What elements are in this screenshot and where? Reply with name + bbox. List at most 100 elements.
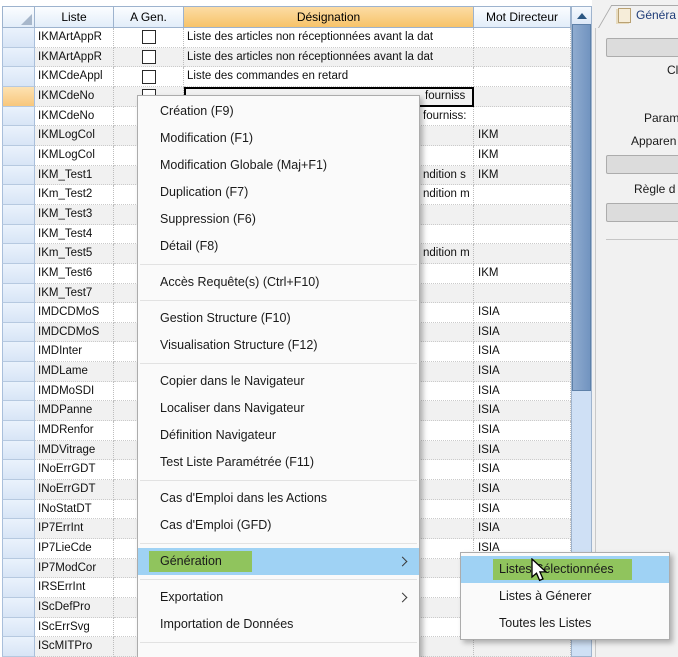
cell-liste: IKM_Test7 [35, 284, 114, 304]
cell-mot-directeur: ISIA [474, 362, 571, 382]
cell-liste: IMDMoSDI [35, 382, 114, 402]
cell-liste: IKMArtAppR [35, 48, 114, 68]
row-header[interactable] [2, 205, 35, 225]
row-header[interactable] [2, 48, 35, 68]
scrollbar-thumb[interactable] [572, 24, 591, 391]
scroll-up-button[interactable] [572, 7, 591, 25]
column-header-liste[interactable]: Liste [35, 6, 114, 28]
row-header[interactable] [2, 166, 35, 186]
submenu-chevron-icon [398, 593, 408, 603]
column-header-mot-directeur[interactable]: Mot Directeur [474, 6, 571, 28]
submenu-item-label: Listes à Génerer [499, 589, 591, 603]
menu-item-label: Duplication (F7) [160, 185, 248, 199]
row-header[interactable] [2, 284, 35, 304]
context-menu-item[interactable]: Test Liste Paramétrée (F11) [138, 449, 419, 476]
context-menu-item[interactable]: Accès Requête(s) (Ctrl+F10) [138, 269, 419, 296]
row-header[interactable] [2, 539, 35, 559]
cell-mot-directeur [474, 185, 571, 205]
row-header[interactable] [2, 500, 35, 520]
row-header[interactable] [2, 323, 35, 343]
cell-liste: IP7ErrInt [35, 519, 114, 539]
cell-designation: Liste des commandes en retard [184, 67, 474, 87]
context-menu-item[interactable]: Importation de Données [138, 611, 419, 638]
row-header[interactable] [2, 519, 35, 539]
row-header[interactable] [2, 107, 35, 127]
row-header[interactable] [2, 87, 35, 107]
checkbox[interactable] [142, 70, 156, 84]
context-menu-item[interactable]: Définition Navigateur [138, 422, 419, 449]
context-menu-item[interactable]: Suppression (F6) [138, 206, 419, 233]
context-menu-item[interactable]: Détail (F8) [138, 233, 419, 260]
context-menu-item[interactable]: Visualisation Structure (F12) [138, 332, 419, 359]
row-header[interactable] [2, 618, 35, 638]
submenu-item[interactable]: Listes à Génerer [461, 583, 669, 610]
context-menu-item[interactable]: Localiser dans Navigateur [138, 395, 419, 422]
submenu-item[interactable]: Listes Sélectionnées [461, 556, 669, 583]
generation-submenu: Listes Sélectionnées Listes à Génerer Tout… [460, 552, 670, 640]
column-header-a-gen[interactable]: A Gen. [114, 6, 184, 28]
table-row[interactable]: IKMArtAppRListe des articles non récepti… [2, 48, 571, 68]
cell-mot-directeur: IKM [474, 146, 571, 166]
cell-mot-directeur: ISIA [474, 401, 571, 421]
table-row[interactable]: IKMArtAppRListe des articles non récepti… [2, 28, 571, 48]
cell-a-gen [114, 28, 184, 48]
checkbox[interactable] [142, 50, 156, 64]
row-header[interactable] [2, 303, 35, 323]
cell-liste: IRSErrInt [35, 578, 114, 598]
menu-item-label: Génération [160, 554, 222, 568]
submenu-item[interactable]: Toutes les Listes [461, 610, 669, 637]
context-menu-item[interactable]: Création (F9) [138, 98, 419, 125]
context-menu-item[interactable]: Duplication (F7) [138, 179, 419, 206]
table-row[interactable]: IKMCdeAppl Liste des commandes en retard [2, 67, 571, 87]
menu-item-label: Accès Requête(s) (Ctrl+F10) [160, 275, 319, 289]
cell-liste: IMDPanne [35, 401, 114, 421]
context-menu-item[interactable]: Cas d'Emploi dans les Actions [138, 485, 419, 512]
select-all-corner[interactable] [2, 6, 35, 28]
row-header[interactable] [2, 67, 35, 87]
cell-liste: IKMCdeNo [35, 87, 114, 107]
row-header[interactable] [2, 598, 35, 618]
row-header[interactable] [2, 637, 35, 657]
context-menu-item[interactable]: Copier dans le Navigateur [138, 368, 419, 395]
submenu-chevron-icon [398, 557, 408, 567]
cell-liste: IKM_Test1 [35, 166, 114, 186]
context-menu-item[interactable]: Exportation [138, 584, 419, 611]
row-header[interactable] [2, 578, 35, 598]
menu-item-label: Exportation [160, 590, 223, 604]
row-header[interactable] [2, 559, 35, 579]
row-header[interactable] [2, 126, 35, 146]
row-header[interactable] [2, 244, 35, 264]
row-header[interactable] [2, 401, 35, 421]
checkbox[interactable] [142, 30, 156, 44]
row-header[interactable] [2, 146, 35, 166]
menu-item-label: Importation de Données [160, 617, 293, 631]
row-header[interactable] [2, 185, 35, 205]
cell-liste: IScMITPro [35, 637, 114, 657]
context-menu-item[interactable]: Génération [138, 548, 419, 575]
row-header[interactable] [2, 460, 35, 480]
context-menu-item[interactable]: Modification Globale (Maj+F1) [138, 152, 419, 179]
row-header[interactable] [2, 480, 35, 500]
row-header[interactable] [2, 28, 35, 48]
context-menu-item[interactable]: Modification (F1) [138, 125, 419, 152]
context-menu: Création (F9)Modification (F1)Modificati… [137, 95, 420, 657]
row-header[interactable] [2, 382, 35, 402]
row-header[interactable] [2, 342, 35, 362]
menu-separator [140, 363, 417, 364]
context-menu-item[interactable]: Gestion Structure (F10) [138, 305, 419, 332]
row-header[interactable] [2, 264, 35, 284]
cell-liste: IKMCdeAppl [35, 67, 114, 87]
row-header[interactable] [2, 421, 35, 441]
row-header[interactable] [2, 362, 35, 382]
cell-liste: IMDVitrage [35, 441, 114, 461]
cell-mot-directeur: IKM [474, 166, 571, 186]
cell-liste: IScErrSvg [35, 618, 114, 638]
context-menu-item[interactable]: Cas d'Emploi (GFD) [138, 512, 419, 539]
row-header[interactable] [2, 225, 35, 245]
cell-liste: INoStatDT [35, 500, 114, 520]
cell-liste: IMDLame [35, 362, 114, 382]
column-header-designation[interactable]: Désignation [184, 6, 474, 28]
row-header[interactable] [2, 441, 35, 461]
cell-mot-directeur [474, 87, 571, 107]
cell-mot-directeur: ISIA [474, 519, 571, 539]
